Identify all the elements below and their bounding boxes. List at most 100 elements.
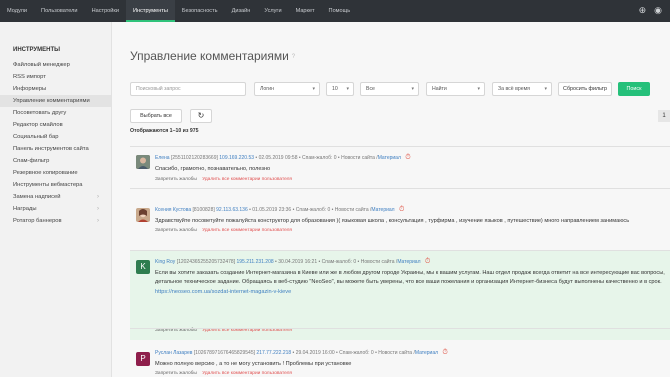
chevron-right-icon: › (97, 218, 99, 224)
comment-section: Новости сайта / (360, 259, 398, 265)
nav-item-tools[interactable]: Инструменты (126, 0, 175, 22)
comment-text: Можно полную версию , а то не могу устан… (155, 361, 352, 367)
sidebar-item-site-toolbar[interactable]: Панель инструментов сайта (0, 143, 111, 155)
comment-ip[interactable]: 109.169.220.53 (219, 155, 254, 161)
comment-url[interactable]: https://neoseo.com.ua/sozdat-internet-ma… (155, 289, 291, 295)
avatar: P (136, 352, 150, 366)
chevron-right-icon: › (97, 194, 99, 200)
nav-item-services[interactable]: Услуги (257, 0, 288, 22)
comment-author[interactable]: Ксения Кустова (155, 207, 191, 213)
nav-item-market[interactable]: Маркет (289, 0, 322, 22)
comment-actions: Запретить жалобы Удалить все комментарии… (155, 371, 292, 376)
nav-item-users[interactable]: Пользователи (34, 0, 85, 22)
question-icon[interactable]: ? (292, 54, 295, 60)
comment-text: Спасибо, грамотно, познавательно, полезн… (155, 166, 271, 172)
comment-material-link[interactable]: Материал (397, 259, 420, 265)
reset-filter-button[interactable]: Сбросить фильтр (558, 82, 612, 96)
comment-author[interactable]: King Roy (155, 259, 175, 265)
page-number[interactable]: 1 (658, 110, 670, 122)
comment-text: Если вы хотите заказать создание Интерне… (155, 270, 665, 295)
sidebar-item-file-manager[interactable]: Файловый менеджер (0, 59, 111, 71)
comment-actions: Запретить жалобы Удалить все комментарии… (155, 228, 292, 233)
avatar (136, 208, 150, 222)
nav-item-settings[interactable]: Настройки (85, 0, 126, 22)
comment-id: [8100828] (192, 207, 215, 213)
nav-item-security[interactable]: Безопасность (175, 0, 225, 22)
search-button[interactable]: Поиск (618, 82, 650, 96)
sidebar-item-informers[interactable]: Информеры (0, 83, 111, 95)
comment-author[interactable]: Руслан Лазарев (155, 350, 192, 356)
sidebar-item-awards[interactable]: Награды › (0, 203, 111, 215)
sidebar-item-banner-rotator[interactable]: Ротатор баннеров › (0, 215, 111, 227)
comment-date: 30.04.2019 16:21 (278, 259, 318, 265)
sidebar-item-comments[interactable]: Управление комментариями (0, 95, 111, 107)
comment-date: 01.05.2019 23:36 (252, 207, 292, 213)
comment-item: Ксения Кустова [8100828] 92.113.63.136 •… (130, 188, 670, 233)
plus-circle-icon[interactable]: ⊕ (639, 5, 647, 16)
delete-all-comments-link[interactable]: Удалить все комментарии пользователя (202, 228, 292, 233)
comment-item: K King Roy [12024365255205732478] 195.21… (130, 250, 670, 340)
comment-date: 02.05.2019 09:58 (258, 155, 298, 161)
sidebar-item-rss-import[interactable]: RSS импорт (0, 71, 111, 83)
comment-spam: Спам-жалоб: 0 (321, 259, 357, 265)
ban-reports-link[interactable]: Запретить жалобы (155, 228, 197, 233)
comment-meta: Ксения Кустова [8100828] 92.113.63.136 •… (155, 206, 405, 213)
comment-ip[interactable]: 195.211.231.208 (236, 259, 273, 265)
chevron-down-icon: ▾ (544, 86, 547, 92)
sidebar-item-smiles[interactable]: Редактор смайлов (0, 119, 111, 131)
comment-ip[interactable]: 217.77.222.218 (256, 350, 291, 356)
comment-id: [12024365255205732478] (176, 259, 236, 265)
chevron-down-icon: ▾ (346, 86, 349, 92)
clock-icon[interactable]: ⏱ (442, 349, 447, 356)
main-content: Управление комментариями? Поисковый запр… (112, 22, 670, 377)
comment-spam: Спам-жалоб: 0 (302, 155, 337, 161)
comment-author[interactable]: Елена (155, 155, 170, 161)
search-input[interactable]: Поисковый запрос (130, 82, 246, 96)
sidebar-item-social-bar[interactable]: Социальный бар (0, 131, 111, 143)
action-select[interactable]: Найти ▾ (426, 82, 485, 96)
per-page-select[interactable]: 10 ▾ (326, 82, 354, 96)
sidebar-title: ИНСТРУМЕНТЫ (13, 47, 61, 53)
nav-item-help[interactable]: Помощь (322, 0, 358, 22)
comment-spam: Спам-жалоб: 0 (339, 350, 374, 356)
period-select[interactable]: За всё время ▾ (492, 82, 552, 96)
results-count: Отображаются 1–10 из 975 (130, 128, 199, 134)
chevron-down-icon: ▾ (411, 86, 414, 92)
nav-item-modules[interactable]: Модули (0, 0, 34, 22)
chevron-down-icon: ▾ (477, 86, 480, 92)
ban-reports-link[interactable]: Запретить жалобы (155, 371, 197, 376)
ban-reports-link[interactable]: Запретить жалобы (155, 177, 197, 182)
sidebar-item-webmaster[interactable]: Инструменты вебмастера (0, 179, 111, 191)
login-select[interactable]: Логин ▾ (254, 82, 320, 96)
clock-icon[interactable]: ⏱ (399, 206, 404, 213)
comment-item: Елена [2551102120283669] 109.169.220.53 … (130, 146, 670, 188)
comment-spam: Спам-жалоб: 0 (295, 207, 331, 213)
comment-section: Новости сайта / (334, 207, 372, 213)
comment-meta: Руслан Лазарев [102678971676465829545] 2… (155, 349, 448, 356)
comment-date: 29.04.2019 16:00 (295, 350, 335, 356)
comment-meta: King Roy [12024365255205732478] 195.211.… (155, 258, 431, 265)
delete-all-comments-link[interactable]: Удалить все комментарии пользователя (202, 177, 292, 182)
nav-item-design[interactable]: Дизайн (225, 0, 258, 22)
clock-icon[interactable]: ⏱ (405, 154, 410, 161)
sidebar-item-backup[interactable]: Резервное копирование (0, 167, 111, 179)
comment-material-link[interactable]: Материал (378, 155, 401, 161)
comment-text: Здравствуйте посоветуйте пожалуйста конс… (155, 218, 630, 224)
clock-icon[interactable]: ⏱ (425, 258, 430, 265)
chevron-down-icon: ▾ (312, 86, 315, 92)
comment-material-link[interactable]: Материал (371, 207, 394, 213)
sidebar-item-spam-filter[interactable]: Спам-фильтр (0, 155, 111, 167)
select-all-button[interactable]: Выбрать все (130, 109, 182, 123)
comment-material-link[interactable]: Материал (415, 350, 438, 356)
sidebar-item-replace-labels[interactable]: Замена надписей › (0, 191, 111, 203)
comment-id: [2551102120283669] (170, 155, 218, 161)
scope-select[interactable]: Все ▾ (360, 82, 419, 96)
refresh-icon[interactable]: ↻ (190, 109, 212, 123)
sidebar: ИНСТРУМЕНТЫ Файловый менеджер RSS импорт… (0, 22, 112, 377)
comment-section: Новости сайта / (341, 155, 378, 161)
sidebar-item-recommend[interactable]: Посоветовать другу (0, 107, 111, 119)
user-circle-icon[interactable]: ◉ (654, 5, 662, 16)
comment-ip[interactable]: 92.113.63.136 (216, 207, 248, 213)
comment-actions: Запретить жалобы Удалить все комментарии… (155, 177, 292, 182)
delete-all-comments-link[interactable]: Удалить все комментарии пользователя (202, 371, 292, 376)
